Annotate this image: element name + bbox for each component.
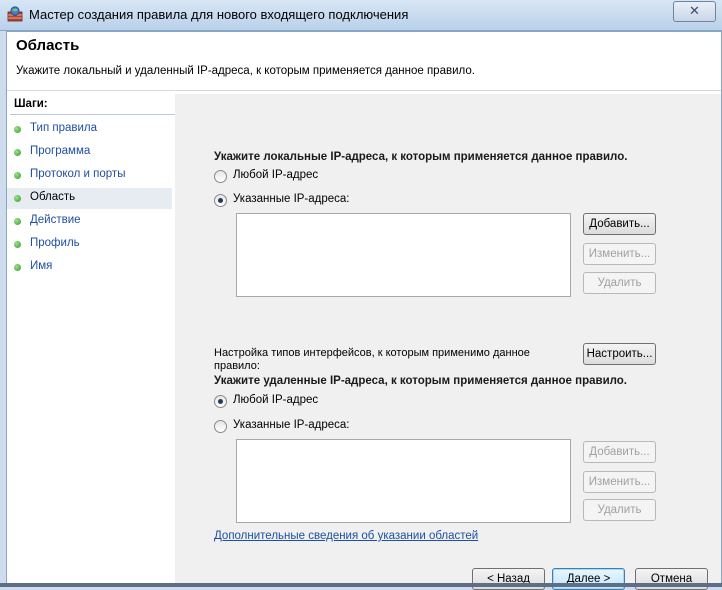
step-protocol-ports[interactable]: Протокол и порты xyxy=(7,165,172,186)
local-ip-heading: Укажите локальные IP-адреса, к которым п… xyxy=(214,151,628,163)
steps-divider xyxy=(10,114,175,115)
step-profile[interactable]: Профиль xyxy=(7,234,172,255)
remote-any-ip-radio[interactable] xyxy=(214,395,227,408)
remote-edit-button[interactable]: Изменить... xyxy=(583,471,656,493)
step-label: Имя xyxy=(30,260,53,272)
page-title: Область xyxy=(16,37,80,54)
local-remove-button[interactable]: Удалить xyxy=(583,272,656,294)
steps-panel: Шаги: Тип правила Программа Протокол и п… xyxy=(7,94,175,584)
remote-remove-button[interactable]: Удалить xyxy=(583,499,656,521)
step-label: Тип правила xyxy=(30,122,98,134)
remote-ip-list[interactable] xyxy=(236,439,571,523)
step-name[interactable]: Имя xyxy=(7,257,172,278)
step-label: Протокол и порты xyxy=(30,168,126,180)
main-content: Укажите локальные IP-адреса, к которым п… xyxy=(175,94,721,590)
close-button[interactable]: ✕ xyxy=(673,1,716,22)
remote-specific-ip-radio[interactable] xyxy=(214,420,227,433)
local-any-ip-label: Любой IP-адрес xyxy=(233,169,319,181)
interface-types-text: Настройка типов интерфейсов, к которым п… xyxy=(214,347,530,372)
title-bar: Мастер создания правила для нового входя… xyxy=(0,0,722,31)
step-scope[interactable]: Область xyxy=(7,188,172,209)
remote-specific-ip-label: Указанные IP-адреса: xyxy=(233,419,350,431)
scope-help-link[interactable]: Дополнительные сведения об указании обла… xyxy=(214,530,478,542)
step-label: Область xyxy=(30,191,76,203)
wizard-header: Область Укажите локальный и удаленный IP… xyxy=(7,32,721,91)
step-dot-icon xyxy=(14,172,21,179)
window-title: Мастер создания правила для нового входя… xyxy=(29,7,409,22)
close-icon: ✕ xyxy=(689,3,700,18)
taskbar-edge xyxy=(0,583,722,587)
step-rule-type[interactable]: Тип правила xyxy=(7,119,172,140)
remote-ip-heading: Укажите удаленные IP-адреса, к которым п… xyxy=(214,375,628,387)
step-action[interactable]: Действие xyxy=(7,211,172,232)
step-dot-icon xyxy=(14,218,21,225)
local-edit-button[interactable]: Изменить... xyxy=(583,243,656,265)
local-specific-ip-label: Указанные IP-адреса: xyxy=(233,193,350,205)
wizard-window: Область Укажите локальный и удаленный IP… xyxy=(6,31,722,590)
step-program[interactable]: Программа xyxy=(7,142,172,163)
steps-title: Шаги: xyxy=(14,98,48,110)
remote-any-ip-label: Любой IP-адрес xyxy=(233,394,319,406)
step-dot-icon xyxy=(14,241,21,248)
step-label: Профиль xyxy=(30,237,80,249)
step-dot-icon xyxy=(14,195,21,202)
step-label: Программа xyxy=(30,145,91,157)
step-dot-icon xyxy=(14,149,21,156)
local-any-ip-radio[interactable] xyxy=(214,170,227,183)
step-label: Действие xyxy=(30,214,81,226)
remote-add-button[interactable]: Добавить... xyxy=(583,441,656,463)
page-subtitle: Укажите локальный и удаленный IP-адреса,… xyxy=(16,65,475,77)
local-ip-list[interactable] xyxy=(236,213,571,297)
firewall-wizard-icon xyxy=(7,6,23,22)
step-dot-icon xyxy=(14,126,21,133)
step-dot-icon xyxy=(14,264,21,271)
local-specific-ip-radio[interactable] xyxy=(214,194,227,207)
local-add-button[interactable]: Добавить... xyxy=(583,213,656,235)
customize-interfaces-button[interactable]: Настроить... xyxy=(583,343,656,365)
